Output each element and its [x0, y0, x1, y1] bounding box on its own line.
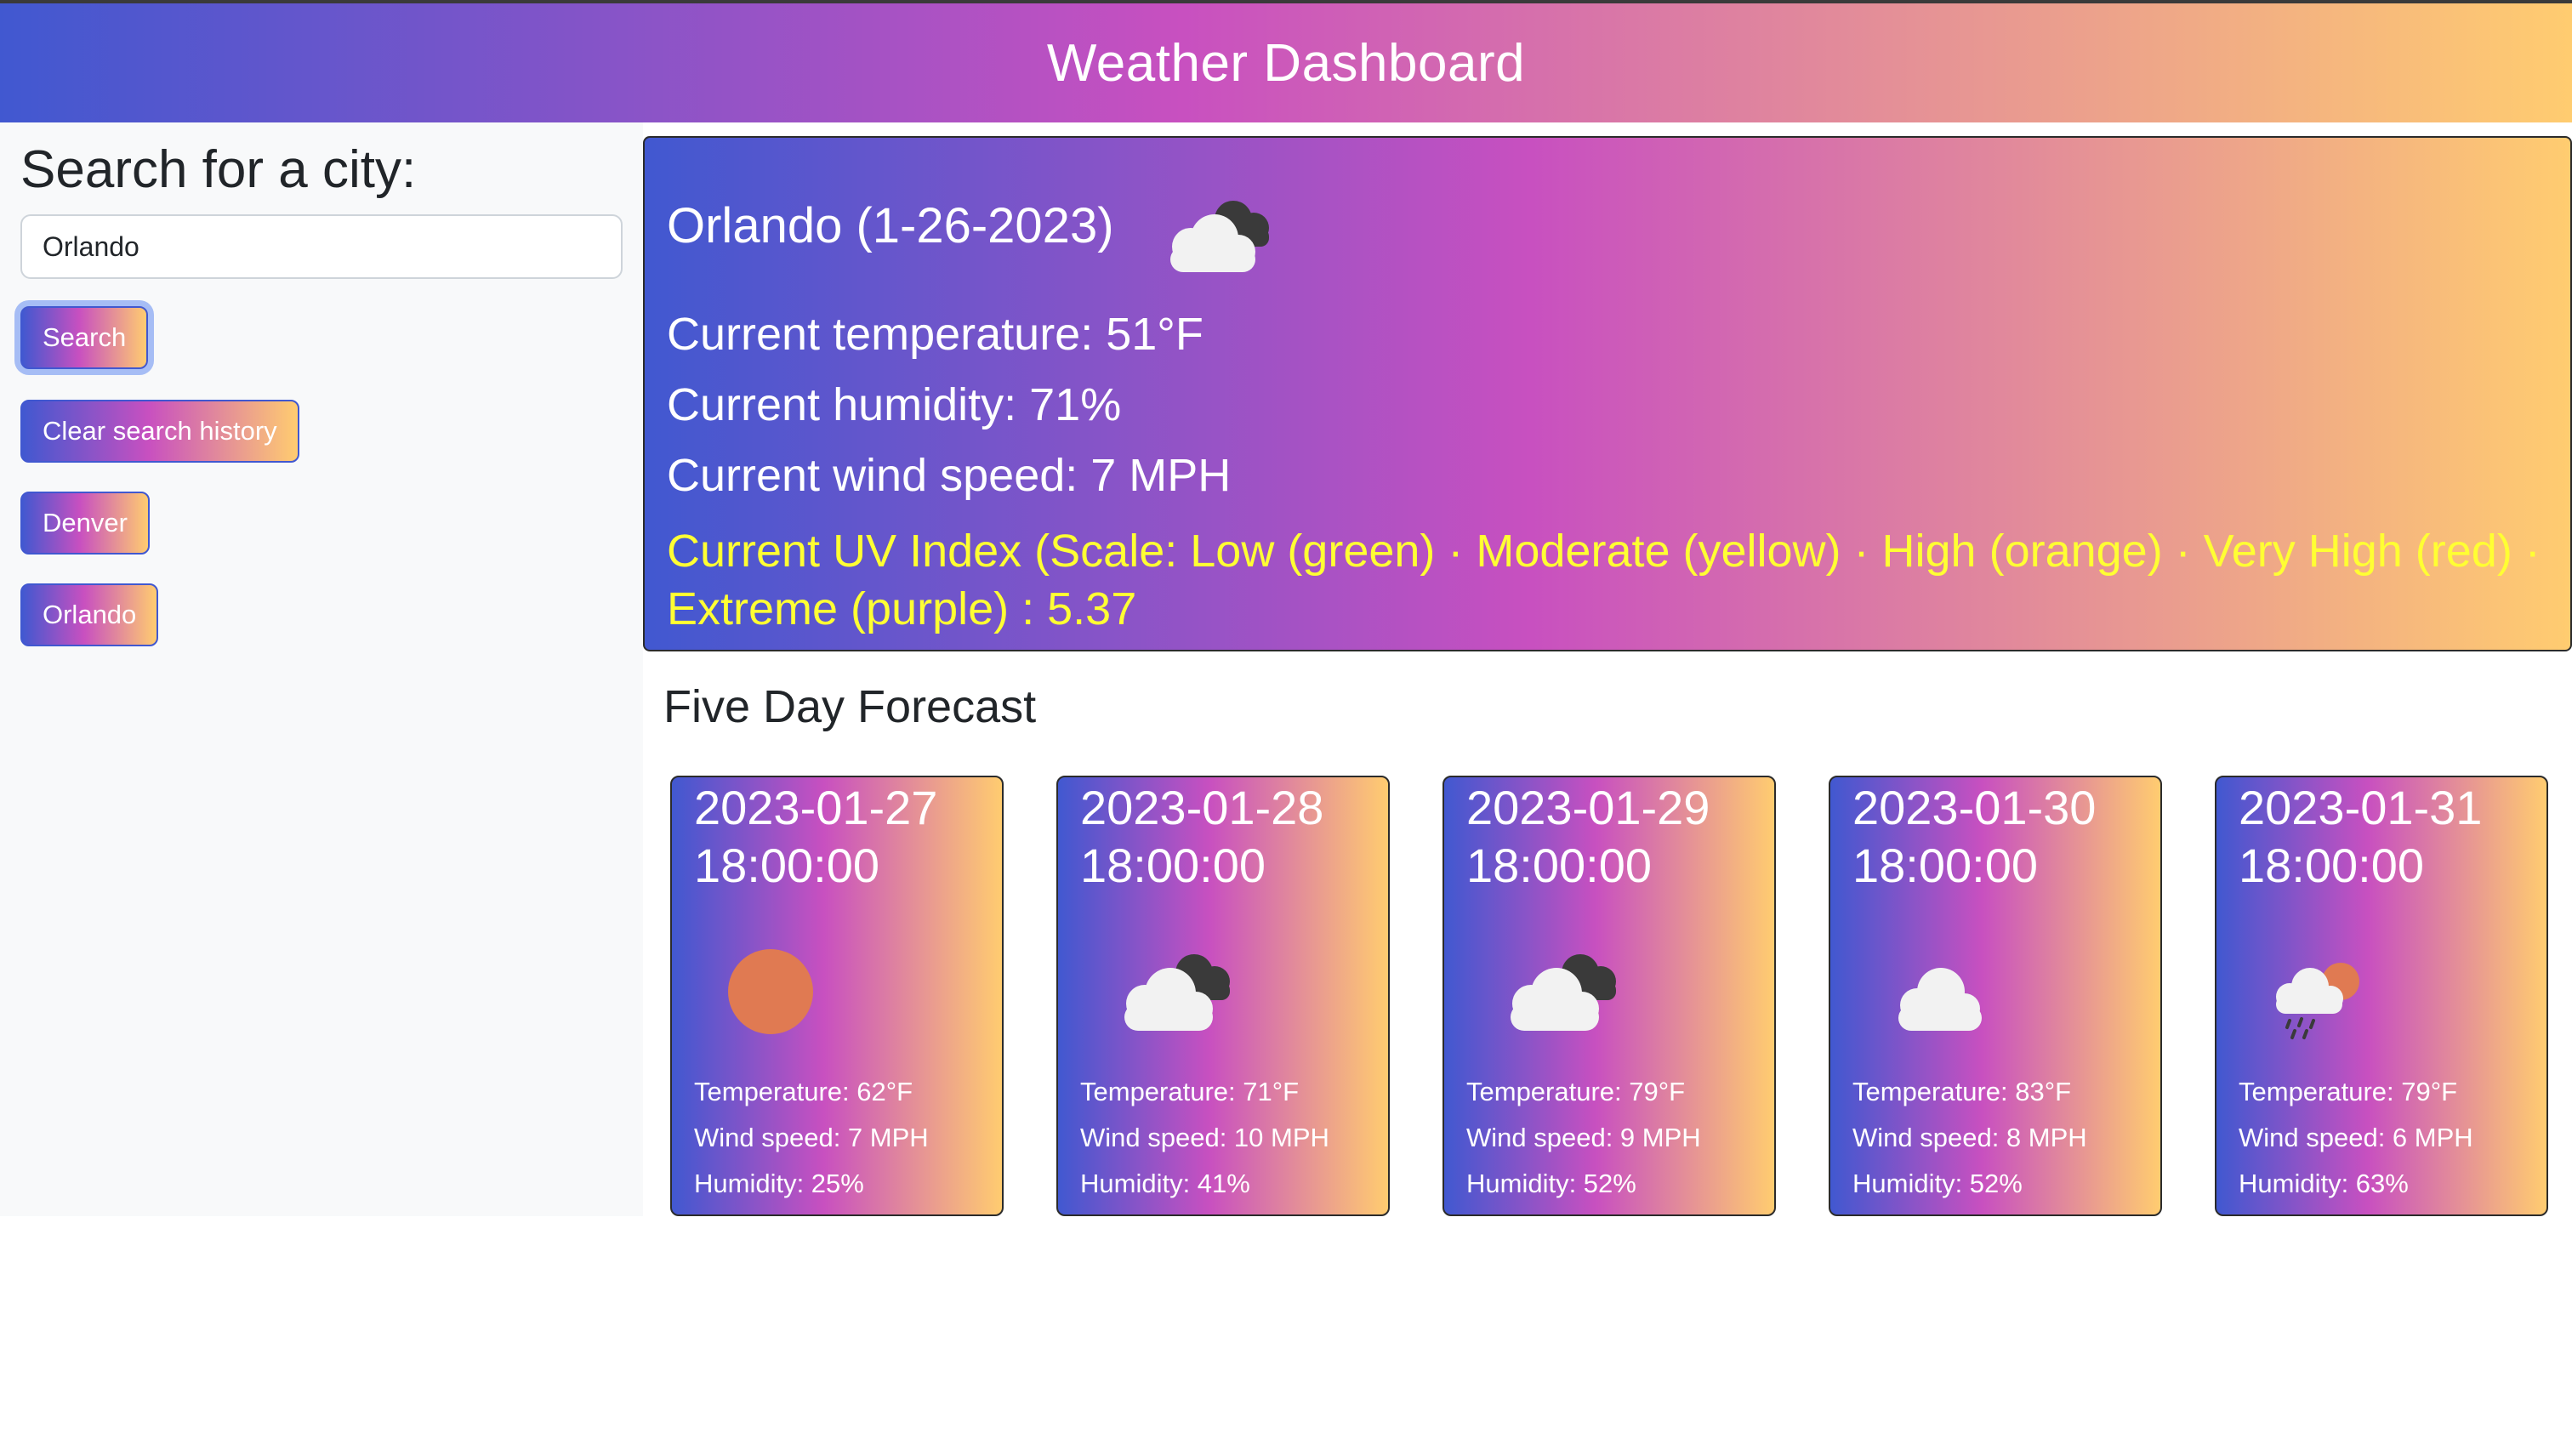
current-uv-index: Current UV Index (Scale: Low (green) · M… [667, 526, 2541, 634]
forecast-card: 2023-01-31 18:00:00 Temperature: 79°F Wi… [2215, 776, 2548, 1216]
rain-sun-icon [2276, 963, 2359, 1039]
forecast-wind-speed: Wind speed: 10 MPH [1080, 1123, 1329, 1152]
forecast-date: 2023-01-29 18:00:00 [1466, 781, 1710, 892]
forecast-wind-speed: Wind speed: 7 MPH [694, 1123, 929, 1152]
forecast-wind-speed: Wind speed: 8 MPH [1852, 1123, 2087, 1152]
current-city-title: Orlando (1-26-2023) [667, 198, 1114, 253]
forecast-temperature: Temperature: 79°F [2239, 1077, 2458, 1106]
forecast-card: 2023-01-27 18:00:00 Temperature: 62°F Wi… [670, 776, 1004, 1216]
current-temperature: Current temperature: 51°F [667, 309, 1203, 360]
forecast-humidity: Humidity: 52% [1466, 1169, 1636, 1198]
app-header: Weather Dashboard [0, 3, 2572, 122]
cloudy-icon [1170, 201, 1269, 272]
page-title: Weather Dashboard [1046, 33, 1526, 93]
forecast-date: 2023-01-31 18:00:00 [2239, 781, 2483, 892]
forecast-humidity: Humidity: 25% [694, 1169, 864, 1198]
forecast-temperature: Temperature: 62°F [694, 1077, 913, 1106]
city-search-input[interactable] [20, 214, 623, 279]
forecast-temperature: Temperature: 71°F [1080, 1077, 1300, 1106]
sun-icon [728, 949, 813, 1034]
cloudy-icon [1124, 954, 1230, 1031]
forecast-heading: Five Day Forecast [663, 681, 1037, 732]
current-wind-speed: Current wind speed: 7 MPH [667, 450, 1232, 501]
current-weather-panel: Orlando (1-26-2023) Current temperature:… [643, 136, 2572, 651]
forecast-card: 2023-01-28 18:00:00 Temperature: 71°F Wi… [1056, 776, 1390, 1216]
history-button-denver[interactable]: Denver [20, 492, 150, 555]
forecast-temperature: Temperature: 83°F [1852, 1077, 2072, 1106]
clear-history-button[interactable]: Clear search history [20, 400, 299, 463]
forecast-humidity: Humidity: 52% [1852, 1169, 2023, 1198]
forecast-wind-speed: Wind speed: 9 MPH [1466, 1123, 1701, 1152]
history-button-orlando[interactable]: Orlando [20, 583, 159, 646]
forecast-wind-speed: Wind speed: 6 MPH [2239, 1123, 2473, 1152]
sidebar: Search for a city: Search Clear search h… [0, 122, 643, 1216]
forecast-temperature: Temperature: 79°F [1466, 1077, 1686, 1106]
forecast-humidity: Humidity: 63% [2239, 1169, 2409, 1198]
current-humidity: Current humidity: 71% [667, 379, 1122, 430]
forecast-date: 2023-01-30 18:00:00 [1852, 781, 2097, 892]
forecast-date: 2023-01-28 18:00:00 [1080, 781, 1324, 892]
cloudy-icon [1511, 954, 1616, 1031]
search-button[interactable]: Search [20, 306, 149, 369]
forecast-card: 2023-01-30 18:00:00 Temperature: 83°F Wi… [1829, 776, 2162, 1216]
search-heading: Search for a city: [20, 140, 417, 199]
forecast-date: 2023-01-27 18:00:00 [694, 781, 938, 892]
forecast-humidity: Humidity: 41% [1080, 1169, 1250, 1198]
forecast-card: 2023-01-29 18:00:00 Temperature: 79°F Wi… [1442, 776, 1776, 1216]
cloud-icon [1898, 968, 1982, 1031]
